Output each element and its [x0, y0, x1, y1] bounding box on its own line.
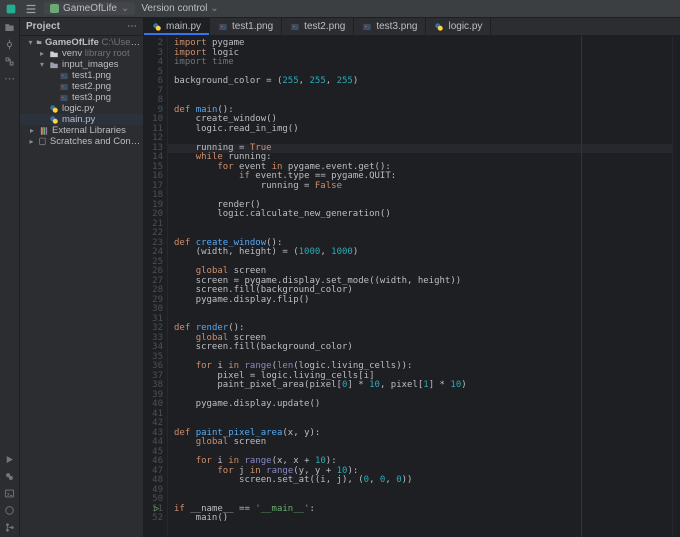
tree-root[interactable]: ▾ GameOfLife C:\Users\John\Pycharm	[20, 37, 143, 48]
chevron-down-icon: ⌄	[121, 3, 129, 14]
tree-arrow-icon[interactable]: ▾	[28, 38, 33, 47]
python-file-icon	[434, 22, 444, 32]
run-gutter-icon[interactable]: ▷	[152, 505, 175, 515]
editor-area: main.py test1.png test2.png test3.png lo…	[144, 18, 680, 537]
code-content[interactable]: import pygame import logic import time b…	[168, 36, 672, 537]
tree-venv[interactable]: ▸ venv library root	[20, 48, 143, 59]
editor-tab-test1-png[interactable]: test1.png	[210, 18, 282, 35]
fold-icon	[49, 60, 59, 70]
project-tool-button[interactable]	[4, 22, 15, 33]
tree-item-label: input_images	[62, 59, 119, 70]
fold-icon	[36, 38, 42, 48]
app-icon[interactable]	[4, 2, 18, 16]
tree-input-images[interactable]: ▾ input_images	[20, 59, 143, 70]
tab-label: main.py	[166, 21, 201, 32]
tool-window-rail: ⋯	[0, 18, 20, 537]
tree-item-label: main.py	[62, 114, 95, 125]
image-file-icon	[362, 22, 372, 32]
py-icon	[49, 115, 59, 125]
terminal-tool-button[interactable]	[4, 488, 15, 499]
tree-test1-png[interactable]: test1.png	[20, 70, 143, 81]
project-panel-header[interactable]: Project ⋯	[20, 18, 143, 36]
project-name: GameOfLife	[63, 3, 117, 14]
commit-tool-button[interactable]	[4, 39, 15, 50]
editor-tab-test3-png[interactable]: test3.png	[354, 18, 426, 35]
tree-test3-png[interactable]: test3.png	[20, 92, 143, 103]
structure-tool-button[interactable]	[4, 56, 15, 67]
project-panel-options-icon[interactable]: ⋯	[127, 21, 137, 32]
pkg-icon	[49, 49, 59, 59]
tree-arrow-icon[interactable]: ▸	[28, 126, 36, 135]
image-file-icon	[290, 22, 300, 32]
editor-tab-test2-png[interactable]: test2.png	[282, 18, 354, 35]
main-menu-icon[interactable]	[24, 2, 38, 16]
title-bar: GameOfLife ⌄ Version control ⌄	[0, 0, 680, 18]
tree-item-label: test2.png	[72, 81, 111, 92]
tree-item-label: External Libraries	[52, 125, 126, 136]
project-tool-window: Project ⋯ ▾ GameOfLife C:\Users\John\Pyc…	[20, 18, 144, 537]
python-file-icon	[152, 22, 162, 32]
vcs-tool-button[interactable]	[4, 522, 15, 533]
tab-label: test1.png	[232, 21, 273, 32]
tree-item-label: test3.png	[72, 92, 111, 103]
img-icon	[59, 93, 69, 103]
tree-item-label: logic.py	[62, 103, 94, 114]
vcs-widget[interactable]: Version control ⌄	[141, 3, 218, 14]
editor-tab-logic-py[interactable]: logic.py	[426, 18, 491, 35]
project-tree[interactable]: ▾ GameOfLife C:\Users\John\Pycharm ▸ ven…	[20, 36, 143, 148]
tree-arrow-icon[interactable]: ▸	[28, 137, 35, 146]
problems-tool-button[interactable]	[4, 505, 15, 516]
right-margin-guide	[581, 36, 582, 537]
img-icon	[59, 71, 69, 81]
tree-item-label: Scratches and Consoles	[50, 136, 141, 147]
tree-item-label: GameOfLife C:\Users\John\Pycharm	[45, 37, 141, 48]
tree-item-label: venv library root	[62, 48, 130, 59]
tree-main-py[interactable]: main.py	[20, 114, 143, 125]
python-console-button[interactable]	[4, 471, 15, 482]
tree-logic-py[interactable]: logic.py	[20, 103, 143, 114]
line-number[interactable]: 52	[144, 514, 163, 524]
tab-label: logic.py	[448, 21, 482, 32]
tab-label: test2.png	[304, 21, 345, 32]
image-file-icon	[218, 22, 228, 32]
tree-arrow-icon[interactable]: ▾	[38, 60, 46, 69]
editor-tab-main-py[interactable]: main.py	[144, 18, 210, 35]
more-tool-button[interactable]: ⋯	[4, 73, 15, 84]
editor-gutter[interactable]: 2345678910111213141516171819202122232425…	[144, 36, 168, 537]
vcs-label: Version control	[141, 3, 207, 14]
editor-tabs: main.py test1.png test2.png test3.png lo…	[144, 18, 680, 36]
scratch-icon	[38, 137, 47, 147]
project-chip[interactable]: GameOfLife ⌄	[44, 2, 135, 15]
tree-item-label: test1.png	[72, 70, 111, 81]
tree-arrow-icon[interactable]: ▸	[38, 49, 46, 58]
code-editor[interactable]: 2345678910111213141516171819202122232425…	[144, 36, 680, 537]
chevron-down-icon: ⌄	[210, 3, 218, 14]
tree-scratches[interactable]: ▸ Scratches and Consoles	[20, 136, 143, 147]
run-tool-button[interactable]	[4, 454, 15, 465]
line-number[interactable]: ▷51	[144, 505, 163, 515]
project-color-icon	[50, 4, 59, 13]
lib-icon	[39, 126, 49, 136]
py-icon	[49, 104, 59, 114]
project-panel-title: Project	[26, 21, 60, 32]
error-stripe[interactable]	[672, 36, 680, 537]
tree-test2-png[interactable]: test2.png	[20, 81, 143, 92]
tree-external-libraries[interactable]: ▸ External Libraries	[20, 125, 143, 136]
img-icon	[59, 82, 69, 92]
tab-label: test3.png	[376, 21, 417, 32]
